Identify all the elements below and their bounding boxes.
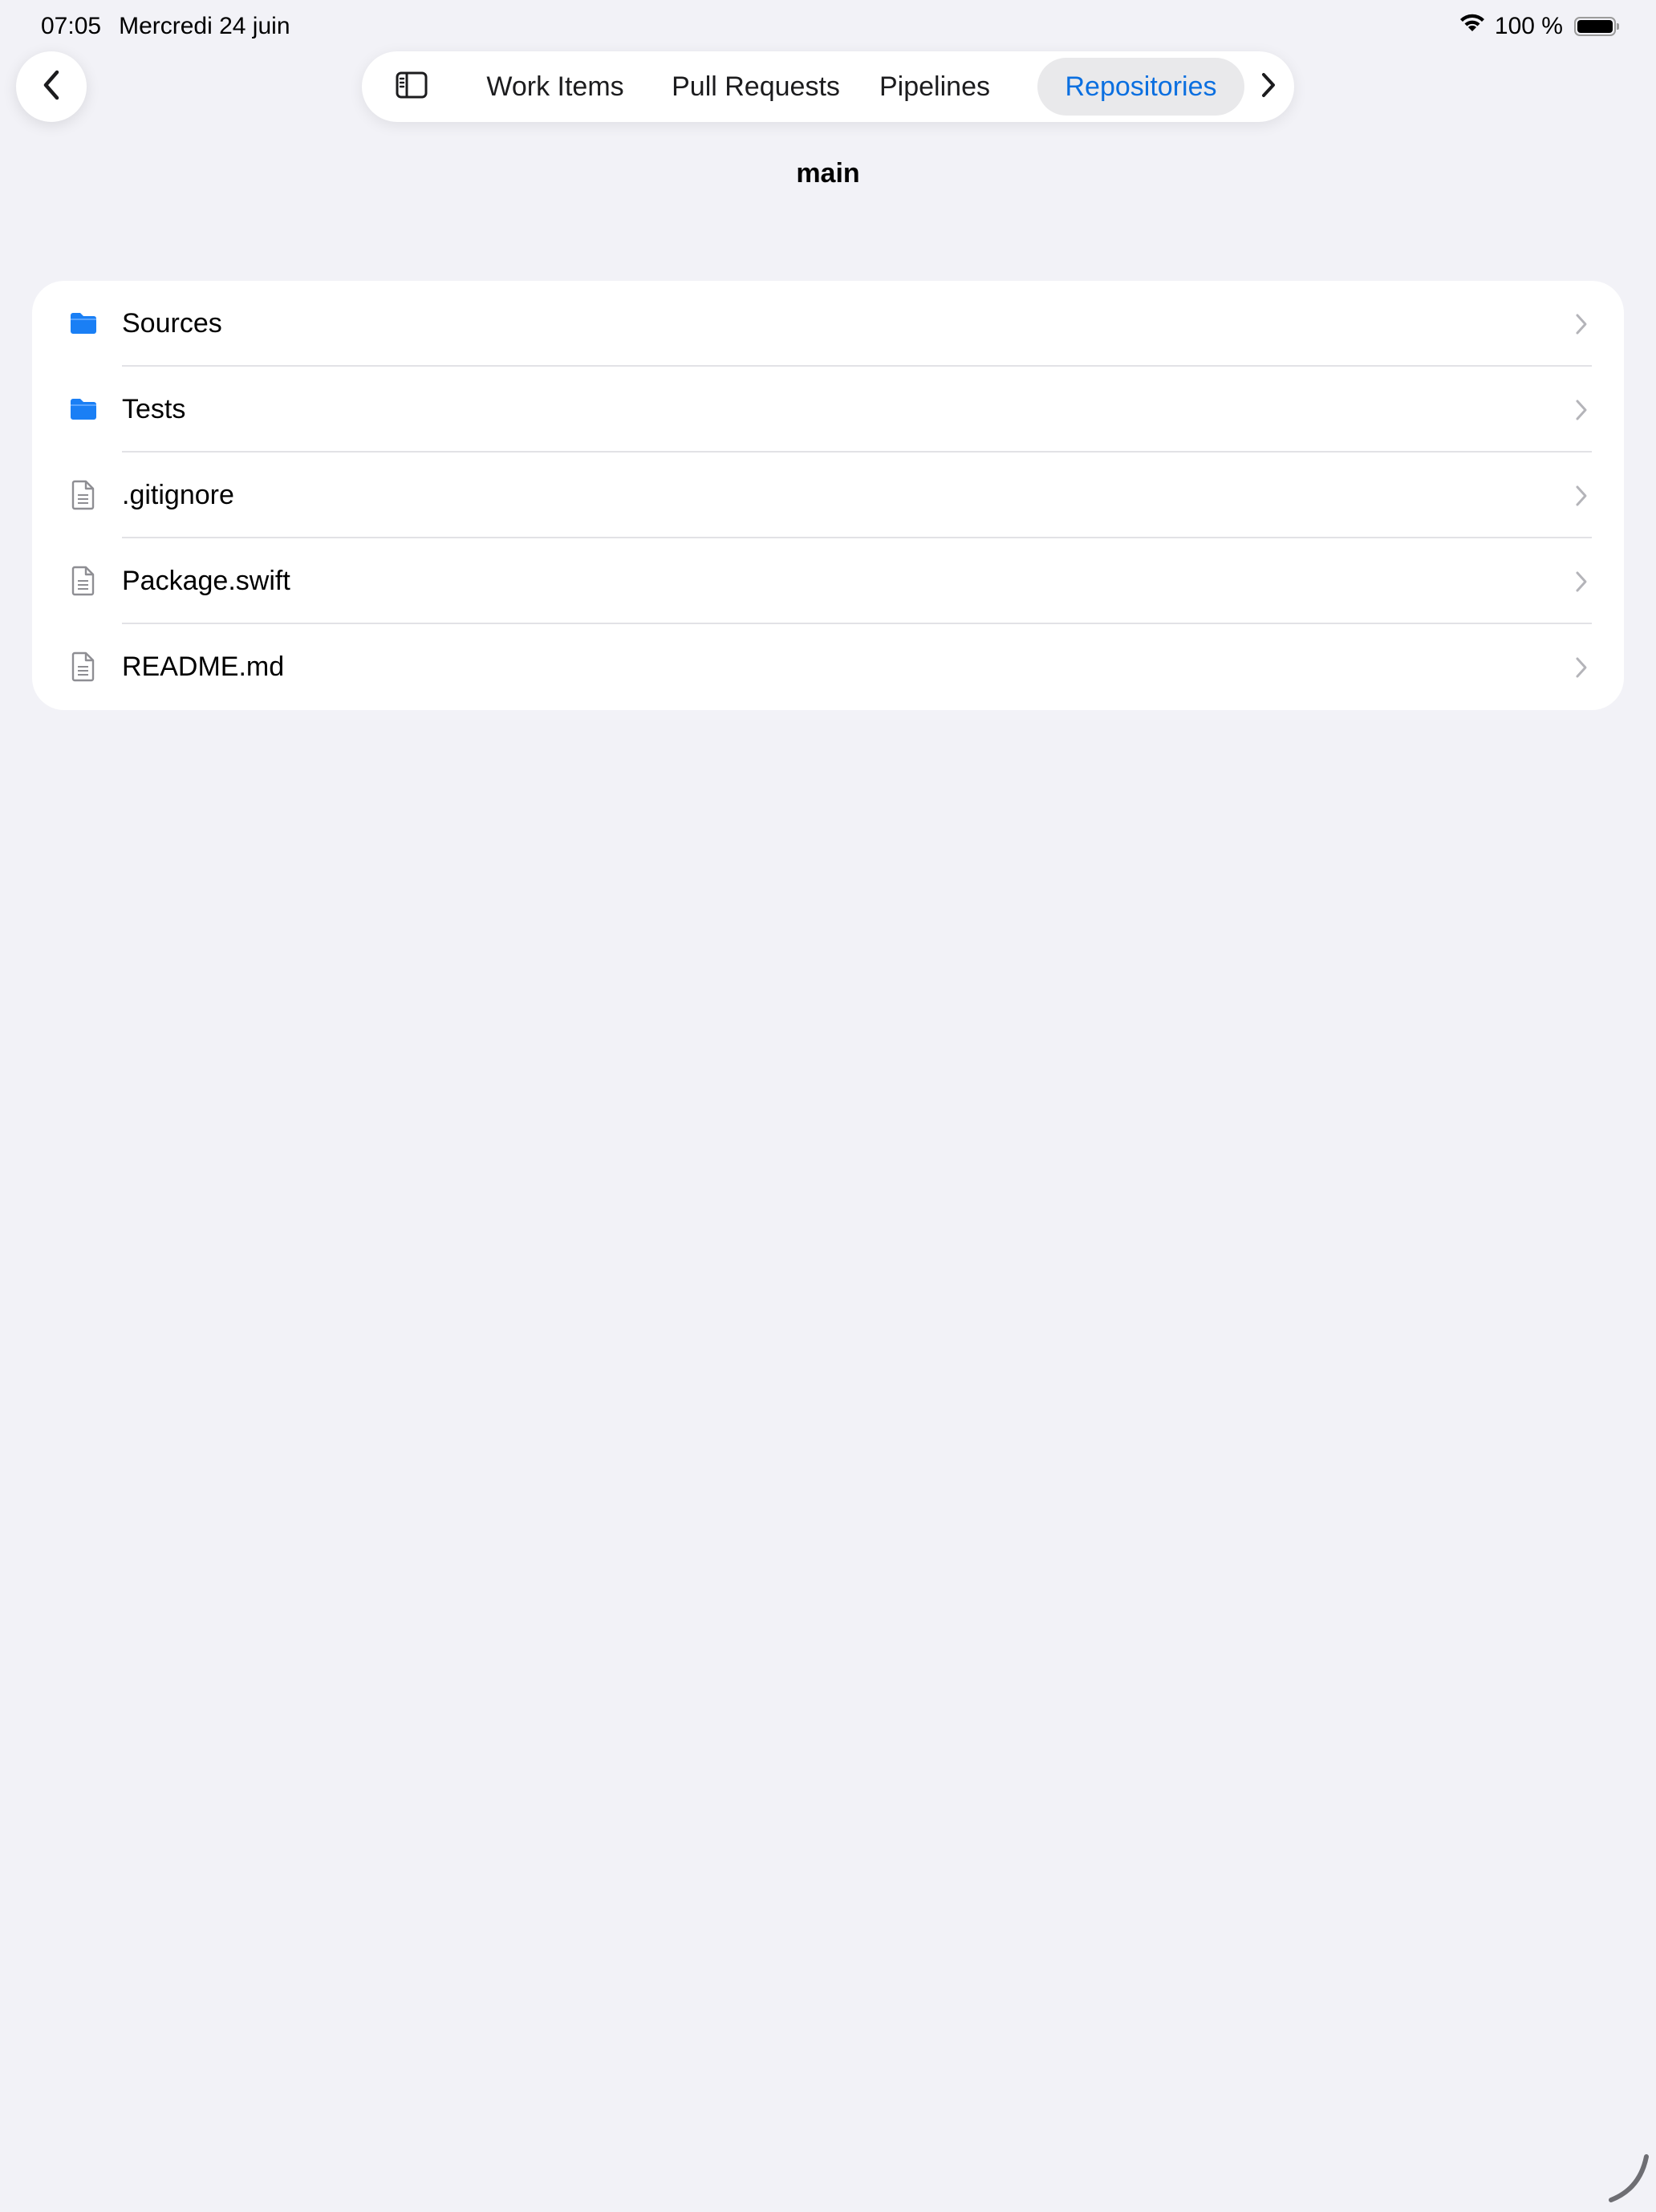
wifi-icon <box>1458 12 1487 41</box>
folder-icon <box>67 307 99 339</box>
status-bar: 07:05 Mercredi 24 juin 100 % <box>0 0 1656 53</box>
chevron-right-icon <box>1260 72 1277 102</box>
file-name: Sources <box>122 308 222 339</box>
file-name: .gitignore <box>122 480 234 510</box>
document-icon <box>67 479 99 511</box>
list-item-gitignore[interactable]: .gitignore <box>32 453 1624 538</box>
corner-indicator <box>1605 2150 1656 2208</box>
chevron-right-icon <box>1569 396 1593 424</box>
status-date: Mercredi 24 juin <box>119 13 290 39</box>
tab-bar: Work Items Pull Requests Pipelines Repos… <box>362 51 1294 122</box>
tab-label: Work Items <box>486 71 624 102</box>
tab-label: Pipelines <box>879 71 990 102</box>
document-icon <box>67 565 99 597</box>
document-icon <box>67 651 99 683</box>
more-tabs-button[interactable] <box>1251 69 1286 104</box>
folder-icon <box>67 393 99 425</box>
file-name: Tests <box>122 394 186 424</box>
list-item-readme[interactable]: README.md <box>32 624 1624 710</box>
tab-label: Pull Requests <box>672 71 840 102</box>
chevron-right-icon <box>1569 310 1593 339</box>
tab-label: Repositories <box>1065 71 1217 102</box>
list-item-sources[interactable]: Sources <box>32 281 1624 367</box>
sidebar-icon <box>396 71 428 103</box>
chevron-right-icon <box>1569 653 1593 682</box>
chevron-left-icon <box>39 69 63 105</box>
chevron-right-icon <box>1569 481 1593 510</box>
tab-work-items[interactable]: Work Items <box>474 58 636 116</box>
tab-pipelines[interactable]: Pipelines <box>871 58 999 116</box>
sidebar-toggle-button[interactable] <box>394 69 429 104</box>
file-name: README.md <box>122 651 285 682</box>
status-right: 100 % <box>1458 11 1619 42</box>
page-title: main <box>796 158 860 189</box>
chevron-right-icon <box>1569 567 1593 596</box>
file-list: Sources Tests .gitignore Package.swift R… <box>32 281 1624 710</box>
list-item-package-swift[interactable]: Package.swift <box>32 538 1624 624</box>
file-name: Package.swift <box>122 566 290 596</box>
status-time: 07:05 <box>41 13 102 39</box>
list-item-tests[interactable]: Tests <box>32 367 1624 453</box>
battery-icon <box>1574 17 1619 36</box>
status-left: 07:05 Mercredi 24 juin <box>41 11 290 42</box>
back-button[interactable] <box>16 51 87 122</box>
battery-percent: 100 % <box>1494 13 1563 39</box>
tab-repositories[interactable]: Repositories <box>1037 58 1244 116</box>
tab-pull-requests[interactable]: Pull Requests <box>662 58 850 116</box>
